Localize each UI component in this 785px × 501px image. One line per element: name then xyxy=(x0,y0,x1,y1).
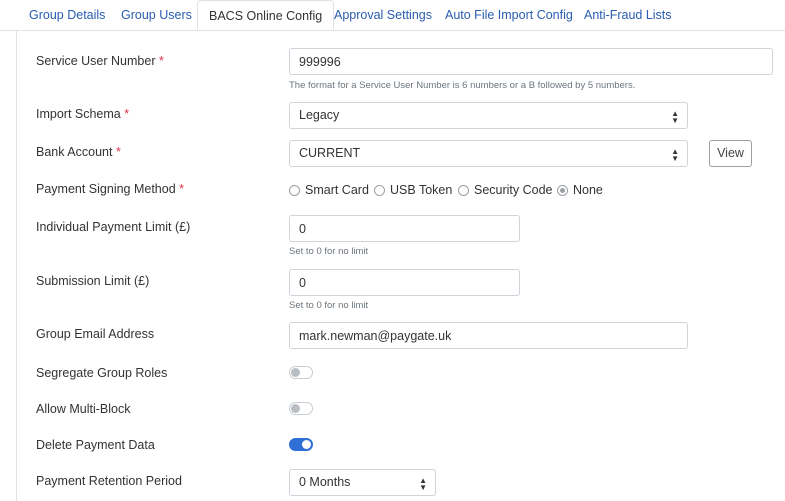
required-marker: * xyxy=(124,107,130,121)
individual-payment-limit-help: Set to 0 for no limit xyxy=(289,246,369,257)
group-email-address-label: Group Email Address xyxy=(36,327,155,341)
bank-account-value: CURRENT xyxy=(299,146,361,160)
tab-approval-settings[interactable]: Approval Settings xyxy=(334,0,432,30)
tab-bacs-online-config[interactable]: BACS Online Config xyxy=(197,0,335,30)
radio-circle-icon xyxy=(374,185,385,196)
radio-selected-icon xyxy=(557,185,568,196)
bank-account-select[interactable]: CURRENT ▲ ▼ xyxy=(289,140,688,167)
tab-group-details[interactable]: Group Details xyxy=(29,0,105,30)
individual-payment-limit-input[interactable] xyxy=(289,215,520,242)
service-user-number-help: The format for a Service User Number is … xyxy=(289,80,636,91)
submission-limit-help: Set to 0 for no limit xyxy=(289,300,369,311)
radio-smart-card[interactable]: Smart Card xyxy=(289,183,369,197)
radio-none[interactable]: None xyxy=(557,183,603,197)
import-schema-select[interactable]: Legacy ▲ ▼ xyxy=(289,102,688,129)
delete-payment-data-toggle[interactable] xyxy=(289,438,313,451)
radio-circle-icon xyxy=(458,185,469,196)
payment-signing-method-label: Payment Signing Method * xyxy=(36,182,185,196)
tab-bar: Group Details Group Users BACS Online Co… xyxy=(0,0,785,31)
tab-auto-file-import-config[interactable]: Auto File Import Config xyxy=(445,0,573,30)
radio-security-code[interactable]: Security Code xyxy=(458,183,553,197)
payment-retention-period-select[interactable]: 0 Months ▲ ▼ xyxy=(289,469,436,496)
segregate-group-roles-label: Segregate Group Roles xyxy=(36,366,168,380)
tab-anti-fraud-lists[interactable]: Anti-Fraud Lists xyxy=(584,0,672,30)
toggle-knob xyxy=(302,440,311,449)
individual-payment-limit-label: Individual Payment Limit (£) xyxy=(36,220,191,234)
radio-circle-icon xyxy=(289,185,300,196)
service-user-number-input[interactable] xyxy=(289,48,773,75)
submission-limit-input[interactable] xyxy=(289,269,520,296)
bank-account-label: Bank Account * xyxy=(36,145,121,159)
panel-border xyxy=(16,31,17,501)
service-user-number-label: Service User Number * xyxy=(36,54,164,68)
payment-retention-period-value: 0 Months xyxy=(299,475,351,489)
import-schema-label: Import Schema * xyxy=(36,107,130,121)
submission-limit-label: Submission Limit (£) xyxy=(36,274,150,288)
required-marker: * xyxy=(179,182,185,196)
view-bank-account-button[interactable]: View xyxy=(709,140,752,167)
import-schema-value: Legacy xyxy=(299,108,340,122)
segregate-group-roles-toggle[interactable] xyxy=(289,366,313,379)
toggle-knob xyxy=(291,404,300,413)
tab-group-users[interactable]: Group Users xyxy=(121,0,192,30)
payment-retention-period-label: Payment Retention Period xyxy=(36,474,182,488)
allow-multi-block-label: Allow Multi-Block xyxy=(36,402,131,416)
group-email-address-input[interactable] xyxy=(289,322,688,349)
toggle-knob xyxy=(291,368,300,377)
allow-multi-block-toggle[interactable] xyxy=(289,402,313,415)
radio-usb-token[interactable]: USB Token xyxy=(374,183,452,197)
required-marker: * xyxy=(158,54,164,68)
delete-payment-data-label: Delete Payment Data xyxy=(36,438,155,452)
required-marker: * xyxy=(115,145,121,159)
